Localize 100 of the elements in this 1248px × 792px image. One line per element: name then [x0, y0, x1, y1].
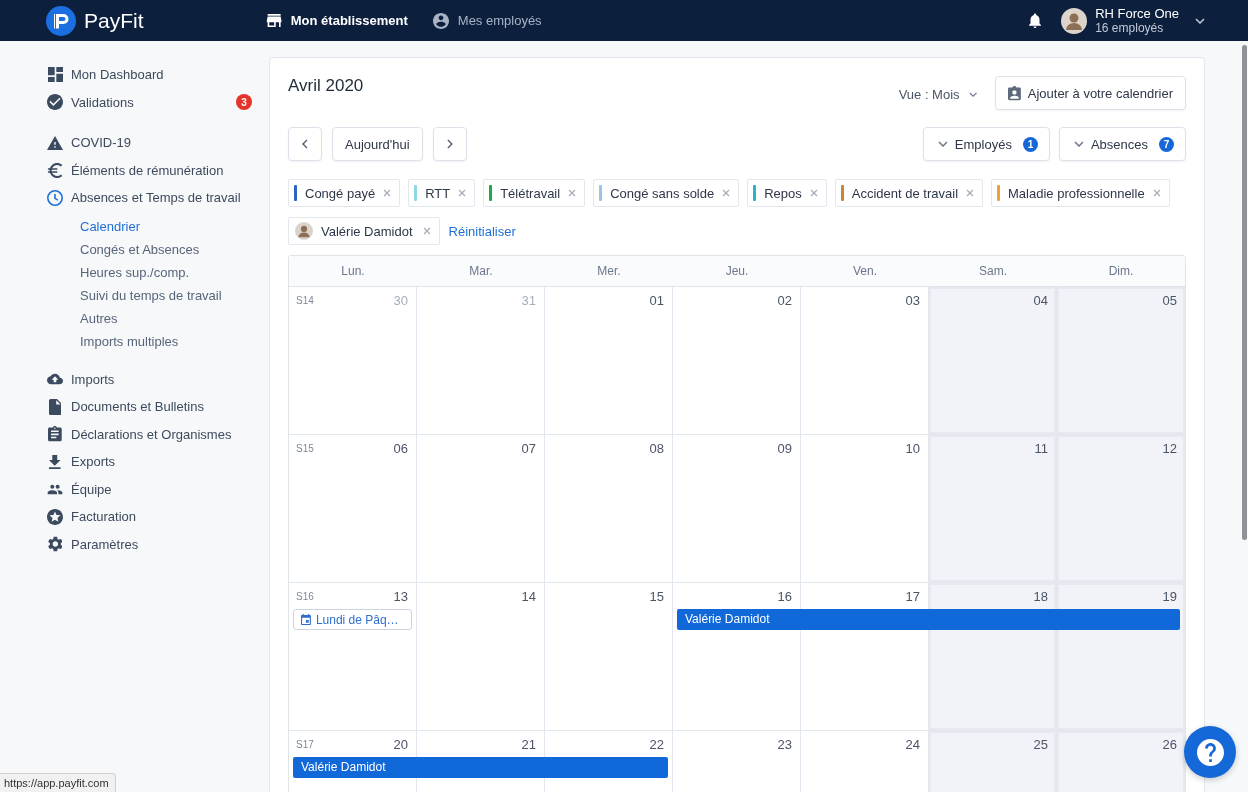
day-number: 18: [1033, 589, 1048, 604]
day-number: 30: [393, 293, 408, 308]
filter-chip[interactable]: Repos: [747, 179, 827, 207]
day-number: 19: [1162, 589, 1177, 604]
sidebar-item[interactable]: Paramètres: [47, 536, 139, 553]
notification-bell-icon[interactable]: [1029, 13, 1042, 28]
close-icon[interactable]: [568, 189, 577, 197]
calendar-day-cell[interactable]: 11: [929, 435, 1057, 583]
calendar-icon: [301, 614, 311, 625]
chevron-down-icon: [1073, 141, 1084, 147]
sidebar-item[interactable]: Équipe: [47, 481, 112, 497]
help-button[interactable]: [1184, 726, 1236, 778]
close-icon[interactable]: [458, 189, 467, 197]
sidebar-item[interactable]: Documents et Bulletins: [47, 398, 204, 415]
calendar-day-cell[interactable]: 05: [1057, 287, 1185, 435]
sidebar-item[interactable]: Mon Dashboard: [47, 67, 164, 83]
calendar-day-cell[interactable]: 26: [1057, 731, 1185, 792]
sidebar-item[interactable]: Déclarations et Organismes: [47, 426, 232, 443]
view-dropdown[interactable]: Vue : Mois: [898, 83, 977, 106]
weekday-label: Mer.: [597, 264, 621, 278]
sidebar-item[interactable]: Exports: [47, 454, 116, 470]
chevron-right-icon: [446, 139, 453, 149]
sidebar-subitem[interactable]: Calendrier: [80, 214, 140, 238]
status-url: https://app.payfit.com: [0, 773, 116, 792]
holiday-event[interactable]: Lundi de Pâq…: [293, 609, 412, 630]
day-number: 07: [521, 441, 536, 456]
calendar-day-cell[interactable]: 03: [801, 287, 929, 435]
close-icon[interactable]: [966, 189, 975, 197]
absence-bar[interactable]: Valérie Damidot: [677, 609, 1180, 630]
calendar-day-cell[interactable]: 25: [929, 731, 1057, 792]
calendar-day-cell[interactable]: 15: [545, 583, 673, 731]
previous-button[interactable]: [288, 127, 322, 161]
calendar-day-cell[interactable]: S14 30: [289, 287, 417, 435]
calendar-day-cell[interactable]: 14: [417, 583, 545, 731]
day-number: 05: [1162, 293, 1177, 308]
sidebar-item[interactable]: Éléments de rémunération: [47, 162, 224, 178]
day-number: 24: [905, 737, 920, 752]
day-number: 04: [1033, 293, 1048, 308]
close-icon[interactable]: [383, 189, 392, 197]
next-button[interactable]: [432, 127, 467, 161]
sidebar-subitem[interactable]: Suivi du temps de travail: [80, 283, 222, 307]
calendar-day-cell[interactable]: S15 06: [289, 435, 417, 583]
sidebar-item[interactable]: Facturation: [47, 508, 137, 525]
week-number: S14: [296, 295, 314, 307]
calendar-day-cell[interactable]: 10: [801, 435, 929, 583]
calendar-day-cell[interactable]: 02: [673, 287, 801, 435]
person-chip[interactable]: Valérie Damidot: [288, 217, 440, 245]
close-icon[interactable]: [722, 189, 731, 197]
week-number: S16: [296, 591, 314, 603]
filter-chip[interactable]: Maladie professionnelle: [991, 179, 1170, 207]
day-number: 13: [393, 589, 408, 604]
week-number: S17: [296, 739, 314, 751]
weekday-label: Lun.: [341, 264, 365, 278]
weekday-label: Ven.: [853, 264, 877, 278]
day-number: 23: [777, 737, 792, 752]
logo-icon: [46, 5, 76, 36]
calendar-day-cell[interactable]: 09: [673, 435, 801, 583]
person-card-icon: [1007, 85, 1021, 101]
scrollbar-thumb[interactable]: [1242, 45, 1247, 540]
filter-chip[interactable]: Congé payé: [288, 179, 401, 207]
avatar-icon: [295, 222, 313, 240]
calendar-day-cell[interactable]: 04: [929, 287, 1057, 435]
add-to-calendar-button[interactable]: Ajouter à votre calendrier: [994, 76, 1186, 110]
day-number: 22: [649, 737, 664, 752]
filter-dropdown[interactable]: Absences 7: [1058, 127, 1186, 161]
filter-chip[interactable]: Accident de travail: [834, 179, 984, 207]
absence-bar[interactable]: Valérie Damidot: [293, 757, 668, 778]
sidebar-item[interactable]: Validations: [47, 94, 134, 111]
calendar-day-cell[interactable]: 01: [545, 287, 673, 435]
nav-tab[interactable]: Mon établissement: [265, 13, 408, 28]
calendar-day-cell[interactable]: 12: [1057, 435, 1185, 583]
today-button[interactable]: Aujourd'hui: [332, 127, 423, 161]
close-icon[interactable]: [1152, 189, 1161, 197]
filter-chip[interactable]: Congé sans solde: [593, 179, 740, 207]
sidebar-subitem[interactable]: Imports multiples: [80, 329, 179, 353]
chevron-down-icon: [968, 92, 977, 97]
reset-link[interactable]: Réinitialiser: [448, 223, 516, 239]
nav-tab[interactable]: Mes employés: [432, 12, 542, 29]
calendar-day-cell[interactable]: 07: [417, 435, 545, 583]
sidebar-subitem[interactable]: Heures sup./comp.: [80, 260, 190, 284]
sidebar-subitem[interactable]: Congés et Absences: [80, 237, 200, 261]
count-badge: 1: [1022, 136, 1038, 152]
account-name: RH Force One: [1095, 5, 1179, 21]
sidebar-item[interactable]: COVID-19: [47, 135, 131, 151]
sidebar-item[interactable]: Imports: [47, 371, 115, 387]
close-icon[interactable]: [809, 189, 818, 197]
filter-dropdown[interactable]: Employés 1: [922, 127, 1050, 161]
sidebar-subitem[interactable]: Autres: [80, 306, 118, 330]
count-badge: 3: [236, 94, 252, 111]
day-number: 17: [905, 589, 920, 604]
filter-chip[interactable]: Télétravail: [483, 179, 586, 207]
day-number: 25: [1033, 737, 1048, 752]
day-number: 12: [1162, 441, 1177, 456]
sidebar-item[interactable]: Absences et Temps de travail: [47, 189, 241, 206]
calendar-day-cell[interactable]: 08: [545, 435, 673, 583]
close-icon[interactable]: [422, 227, 431, 235]
account-menu[interactable]: RH Force One 16 employés: [1061, 5, 1205, 36]
day-number: 02: [777, 293, 792, 308]
chevron-down-icon: [1195, 17, 1205, 24]
filter-chip[interactable]: RTT: [408, 179, 476, 207]
